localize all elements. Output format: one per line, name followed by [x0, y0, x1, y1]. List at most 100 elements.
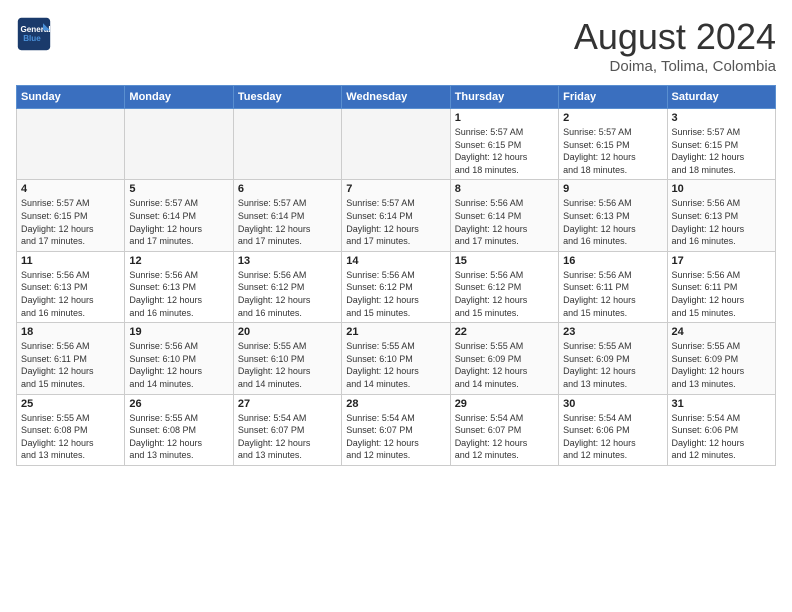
- calendar-week-row: 25 Sunrise: 5:55 AM Sunset: 6:08 PM Dayli…: [17, 394, 776, 465]
- day-number: 5: [129, 183, 228, 195]
- calendar-day-cell: 24 Sunrise: 5:55 AM Sunset: 6:09 PM Dayli…: [667, 323, 775, 394]
- day-number: 20: [238, 326, 337, 338]
- day-number: 7: [346, 183, 445, 195]
- day-number: 25: [21, 398, 120, 410]
- day-number: 11: [21, 255, 120, 267]
- day-number: 28: [346, 398, 445, 410]
- day-info: Sunrise: 5:55 AM Sunset: 6:10 PM Dayligh…: [238, 340, 337, 390]
- day-number: 6: [238, 183, 337, 195]
- calendar-day-cell: 20 Sunrise: 5:55 AM Sunset: 6:10 PM Dayli…: [233, 323, 341, 394]
- calendar-week-row: 11 Sunrise: 5:56 AM Sunset: 6:13 PM Dayli…: [17, 251, 776, 322]
- logo: General Blue: [16, 16, 52, 52]
- day-info: Sunrise: 5:55 AM Sunset: 6:09 PM Dayligh…: [455, 340, 554, 390]
- day-info: Sunrise: 5:55 AM Sunset: 6:10 PM Dayligh…: [346, 340, 445, 390]
- day-info: Sunrise: 5:56 AM Sunset: 6:12 PM Dayligh…: [346, 269, 445, 319]
- title-area: August 2024 Doima, Tolima, Colombia: [574, 16, 776, 75]
- day-info: Sunrise: 5:56 AM Sunset: 6:11 PM Dayligh…: [672, 269, 771, 319]
- calendar-day-cell: 28 Sunrise: 5:54 AM Sunset: 6:07 PM Dayli…: [342, 394, 450, 465]
- calendar-day-cell: 18 Sunrise: 5:56 AM Sunset: 6:11 PM Dayli…: [17, 323, 125, 394]
- calendar-day-cell: [125, 109, 233, 180]
- day-info: Sunrise: 5:54 AM Sunset: 6:07 PM Dayligh…: [238, 412, 337, 462]
- day-info: Sunrise: 5:54 AM Sunset: 6:06 PM Dayligh…: [672, 412, 771, 462]
- day-info: Sunrise: 5:56 AM Sunset: 6:11 PM Dayligh…: [21, 340, 120, 390]
- day-info: Sunrise: 5:57 AM Sunset: 6:14 PM Dayligh…: [129, 197, 228, 247]
- day-number: 24: [672, 326, 771, 338]
- day-info: Sunrise: 5:55 AM Sunset: 6:08 PM Dayligh…: [21, 412, 120, 462]
- weekday-header-thursday: Thursday: [450, 86, 558, 109]
- day-number: 9: [563, 183, 662, 195]
- weekday-header-tuesday: Tuesday: [233, 86, 341, 109]
- day-info: Sunrise: 5:57 AM Sunset: 6:15 PM Dayligh…: [563, 126, 662, 176]
- svg-text:Blue: Blue: [23, 34, 41, 43]
- calendar-day-cell: [17, 109, 125, 180]
- day-info: Sunrise: 5:56 AM Sunset: 6:12 PM Dayligh…: [455, 269, 554, 319]
- calendar-day-cell: 27 Sunrise: 5:54 AM Sunset: 6:07 PM Dayli…: [233, 394, 341, 465]
- calendar-day-cell: 22Sunrise: 5:55 AM Sunset: 6:09 PM Dayli…: [450, 323, 558, 394]
- calendar-day-cell: 14 Sunrise: 5:56 AM Sunset: 6:12 PM Dayli…: [342, 251, 450, 322]
- calendar-day-cell: 30Sunrise: 5:54 AM Sunset: 6:06 PM Dayli…: [559, 394, 667, 465]
- calendar-day-cell: 29Sunrise: 5:54 AM Sunset: 6:07 PM Dayli…: [450, 394, 558, 465]
- day-info: Sunrise: 5:56 AM Sunset: 6:14 PM Dayligh…: [455, 197, 554, 247]
- day-info: Sunrise: 5:56 AM Sunset: 6:13 PM Dayligh…: [129, 269, 228, 319]
- calendar-day-cell: 17 Sunrise: 5:56 AM Sunset: 6:11 PM Dayli…: [667, 251, 775, 322]
- day-info: Sunrise: 5:57 AM Sunset: 6:15 PM Dayligh…: [672, 126, 771, 176]
- calendar-day-cell: 6 Sunrise: 5:57 AM Sunset: 6:14 PM Daylig…: [233, 180, 341, 251]
- day-number: 15: [455, 255, 554, 267]
- calendar-day-cell: 11 Sunrise: 5:56 AM Sunset: 6:13 PM Dayli…: [17, 251, 125, 322]
- calendar-day-cell: 31Sunrise: 5:54 AM Sunset: 6:06 PM Dayli…: [667, 394, 775, 465]
- day-number: 19: [129, 326, 228, 338]
- calendar-day-cell: 4Sunrise: 5:57 AM Sunset: 6:15 PM Daylig…: [17, 180, 125, 251]
- calendar-day-cell: 15 Sunrise: 5:56 AM Sunset: 6:12 PM Dayli…: [450, 251, 558, 322]
- day-info: Sunrise: 5:57 AM Sunset: 6:14 PM Dayligh…: [238, 197, 337, 247]
- weekday-header-sunday: Sunday: [17, 86, 125, 109]
- day-number: 18: [21, 326, 120, 338]
- day-number: 16: [563, 255, 662, 267]
- day-info: Sunrise: 5:56 AM Sunset: 6:13 PM Dayligh…: [21, 269, 120, 319]
- day-number: 29: [455, 398, 554, 410]
- calendar-day-cell: 19 Sunrise: 5:56 AM Sunset: 6:10 PM Dayli…: [125, 323, 233, 394]
- day-number: 17: [672, 255, 771, 267]
- day-info: Sunrise: 5:57 AM Sunset: 6:14 PM Dayligh…: [346, 197, 445, 247]
- calendar-day-cell: 16Sunrise: 5:56 AM Sunset: 6:11 PM Dayli…: [559, 251, 667, 322]
- day-number: 10: [672, 183, 771, 195]
- calendar-day-cell: 2Sunrise: 5:57 AM Sunset: 6:15 PM Daylig…: [559, 109, 667, 180]
- day-info: Sunrise: 5:54 AM Sunset: 6:07 PM Dayligh…: [346, 412, 445, 462]
- weekday-header-friday: Friday: [559, 86, 667, 109]
- day-number: 27: [238, 398, 337, 410]
- day-info: Sunrise: 5:55 AM Sunset: 6:09 PM Dayligh…: [672, 340, 771, 390]
- day-number: 8: [455, 183, 554, 195]
- month-year-title: August 2024: [574, 16, 776, 58]
- day-info: Sunrise: 5:57 AM Sunset: 6:15 PM Dayligh…: [455, 126, 554, 176]
- day-number: 30: [563, 398, 662, 410]
- day-number: 23: [563, 326, 662, 338]
- calendar-week-row: 4Sunrise: 5:57 AM Sunset: 6:15 PM Daylig…: [17, 180, 776, 251]
- calendar-day-cell: 7 Sunrise: 5:57 AM Sunset: 6:14 PM Daylig…: [342, 180, 450, 251]
- calendar-day-cell: 25 Sunrise: 5:55 AM Sunset: 6:08 PM Dayli…: [17, 394, 125, 465]
- calendar-day-cell: 3 Sunrise: 5:57 AM Sunset: 6:15 PM Daylig…: [667, 109, 775, 180]
- day-number: 1: [455, 112, 554, 124]
- calendar-day-cell: 26Sunrise: 5:55 AM Sunset: 6:08 PM Dayli…: [125, 394, 233, 465]
- day-number: 14: [346, 255, 445, 267]
- day-info: Sunrise: 5:56 AM Sunset: 6:13 PM Dayligh…: [563, 197, 662, 247]
- calendar-day-cell: 9 Sunrise: 5:56 AM Sunset: 6:13 PM Daylig…: [559, 180, 667, 251]
- calendar-day-cell: 23 Sunrise: 5:55 AM Sunset: 6:09 PM Dayli…: [559, 323, 667, 394]
- location-subtitle: Doima, Tolima, Colombia: [574, 58, 776, 75]
- day-info: Sunrise: 5:55 AM Sunset: 6:09 PM Dayligh…: [563, 340, 662, 390]
- weekday-header-wednesday: Wednesday: [342, 86, 450, 109]
- calendar-table: SundayMondayTuesdayWednesdayThursdayFrid…: [16, 85, 776, 466]
- calendar-day-cell: 13Sunrise: 5:56 AM Sunset: 6:12 PM Dayli…: [233, 251, 341, 322]
- page-header: General Blue August 2024 Doima, Tolima, …: [16, 16, 776, 75]
- day-info: Sunrise: 5:56 AM Sunset: 6:12 PM Dayligh…: [238, 269, 337, 319]
- calendar-day-cell: 1 Sunrise: 5:57 AM Sunset: 6:15 PM Daylig…: [450, 109, 558, 180]
- day-number: 3: [672, 112, 771, 124]
- calendar-day-cell: 21 Sunrise: 5:55 AM Sunset: 6:10 PM Dayli…: [342, 323, 450, 394]
- day-number: 12: [129, 255, 228, 267]
- calendar-week-row: 18 Sunrise: 5:56 AM Sunset: 6:11 PM Dayli…: [17, 323, 776, 394]
- day-info: Sunrise: 5:56 AM Sunset: 6:10 PM Dayligh…: [129, 340, 228, 390]
- weekday-header-saturday: Saturday: [667, 86, 775, 109]
- calendar-week-row: 1 Sunrise: 5:57 AM Sunset: 6:15 PM Daylig…: [17, 109, 776, 180]
- day-number: 26: [129, 398, 228, 410]
- day-number: 21: [346, 326, 445, 338]
- calendar-day-cell: 5 Sunrise: 5:57 AM Sunset: 6:14 PM Daylig…: [125, 180, 233, 251]
- calendar-day-cell: [342, 109, 450, 180]
